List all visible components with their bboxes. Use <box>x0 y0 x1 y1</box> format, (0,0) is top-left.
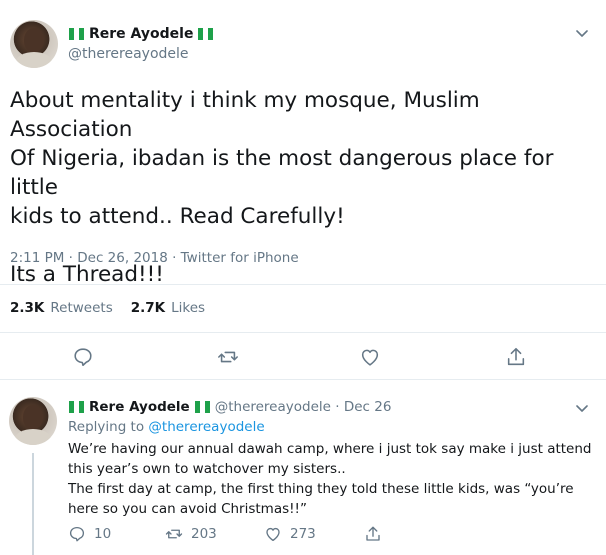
reply-text-line: this year’s own to watchover my sisters.… <box>68 461 346 477</box>
replying-to: Replying to @therereayodele <box>68 419 265 435</box>
main-tweet: Rere Ayodele @therereayodele About menta… <box>0 0 606 380</box>
likes-label: Likes <box>171 300 206 316</box>
reply-text: We’re having our annual dawah camp, wher… <box>68 439 598 519</box>
tweet-text-line: kids to attend.. Read Carefully! <box>10 204 345 229</box>
retweet-icon[interactable] <box>217 346 239 368</box>
likes-count: 2.7K <box>130 300 166 316</box>
like-icon[interactable] <box>359 346 381 368</box>
reply-header: Rere Ayodele @therereayodele · Dec 26 <box>68 399 391 415</box>
retweets-count: 2.3K <box>10 300 45 316</box>
like-count: 273 <box>290 526 316 542</box>
replying-to-link[interactable]: @therereayodele <box>148 419 264 435</box>
divider <box>0 284 606 285</box>
retweets-stat[interactable]: 2.3K Retweets <box>10 300 113 316</box>
tweet-timestamp[interactable]: 2:11 PM · Dec 26, 2018 · Twitter for iPh… <box>10 250 299 266</box>
likes-stat[interactable]: 2.7K Likes <box>131 300 205 316</box>
retweet-button[interactable]: 203 <box>165 525 217 543</box>
author-handle[interactable]: @therereayodele <box>68 46 189 62</box>
reply-text-line: We’re having our annual dawah camp, wher… <box>68 441 592 457</box>
author-name[interactable]: Rere Ayodele <box>89 26 193 42</box>
reply-icon <box>69 526 85 542</box>
tweet-actions <box>0 346 606 370</box>
tweet-text-line: About mentality i think my mosque, Musli… <box>10 88 480 142</box>
retweet-icon <box>165 529 183 539</box>
thread-line <box>32 453 34 555</box>
tweet-stats: 2.3K Retweets 2.7K Likes <box>10 300 205 316</box>
retweets-label: Retweets <box>50 300 113 316</box>
tweet-text-line: Of Nigeria, ibadan is the most dangerous… <box>10 146 554 200</box>
nigeria-flag-icon <box>198 28 214 40</box>
chevron-down-icon[interactable] <box>576 30 588 38</box>
divider <box>0 379 606 380</box>
share-icon <box>366 526 380 541</box>
like-icon <box>266 527 280 542</box>
reply-tweet[interactable]: Rere Ayodele @therereayodele · Dec 26 Re… <box>0 381 606 555</box>
divider <box>0 332 606 333</box>
reply-text-line: here so you can avoid Christmas!!” <box>68 501 307 517</box>
author-name[interactable]: Rere Ayodele <box>89 399 190 415</box>
share-icon[interactable] <box>505 346 527 368</box>
replying-prefix: Replying to <box>68 419 145 435</box>
retweet-count: 203 <box>191 526 217 542</box>
chevron-down-icon[interactable] <box>576 405 588 413</box>
reply-icon[interactable] <box>72 346 94 368</box>
nigeria-flag-icon <box>69 28 84 40</box>
like-button[interactable]: 273 <box>264 525 316 543</box>
reply-count: 10 <box>94 526 112 542</box>
reply-text-line: The first day at camp, the first thing t… <box>68 481 574 497</box>
nigeria-flag-icon <box>69 401 84 413</box>
author-name-row[interactable]: Rere Ayodele <box>68 26 214 42</box>
nigeria-flag-icon <box>194 401 210 413</box>
avatar[interactable] <box>10 20 58 68</box>
avatar[interactable] <box>9 397 57 445</box>
share-button[interactable] <box>364 525 382 543</box>
reply-button[interactable]: 10 <box>68 525 111 543</box>
author-handle-date[interactable]: @therereayodele · Dec 26 <box>215 399 392 415</box>
